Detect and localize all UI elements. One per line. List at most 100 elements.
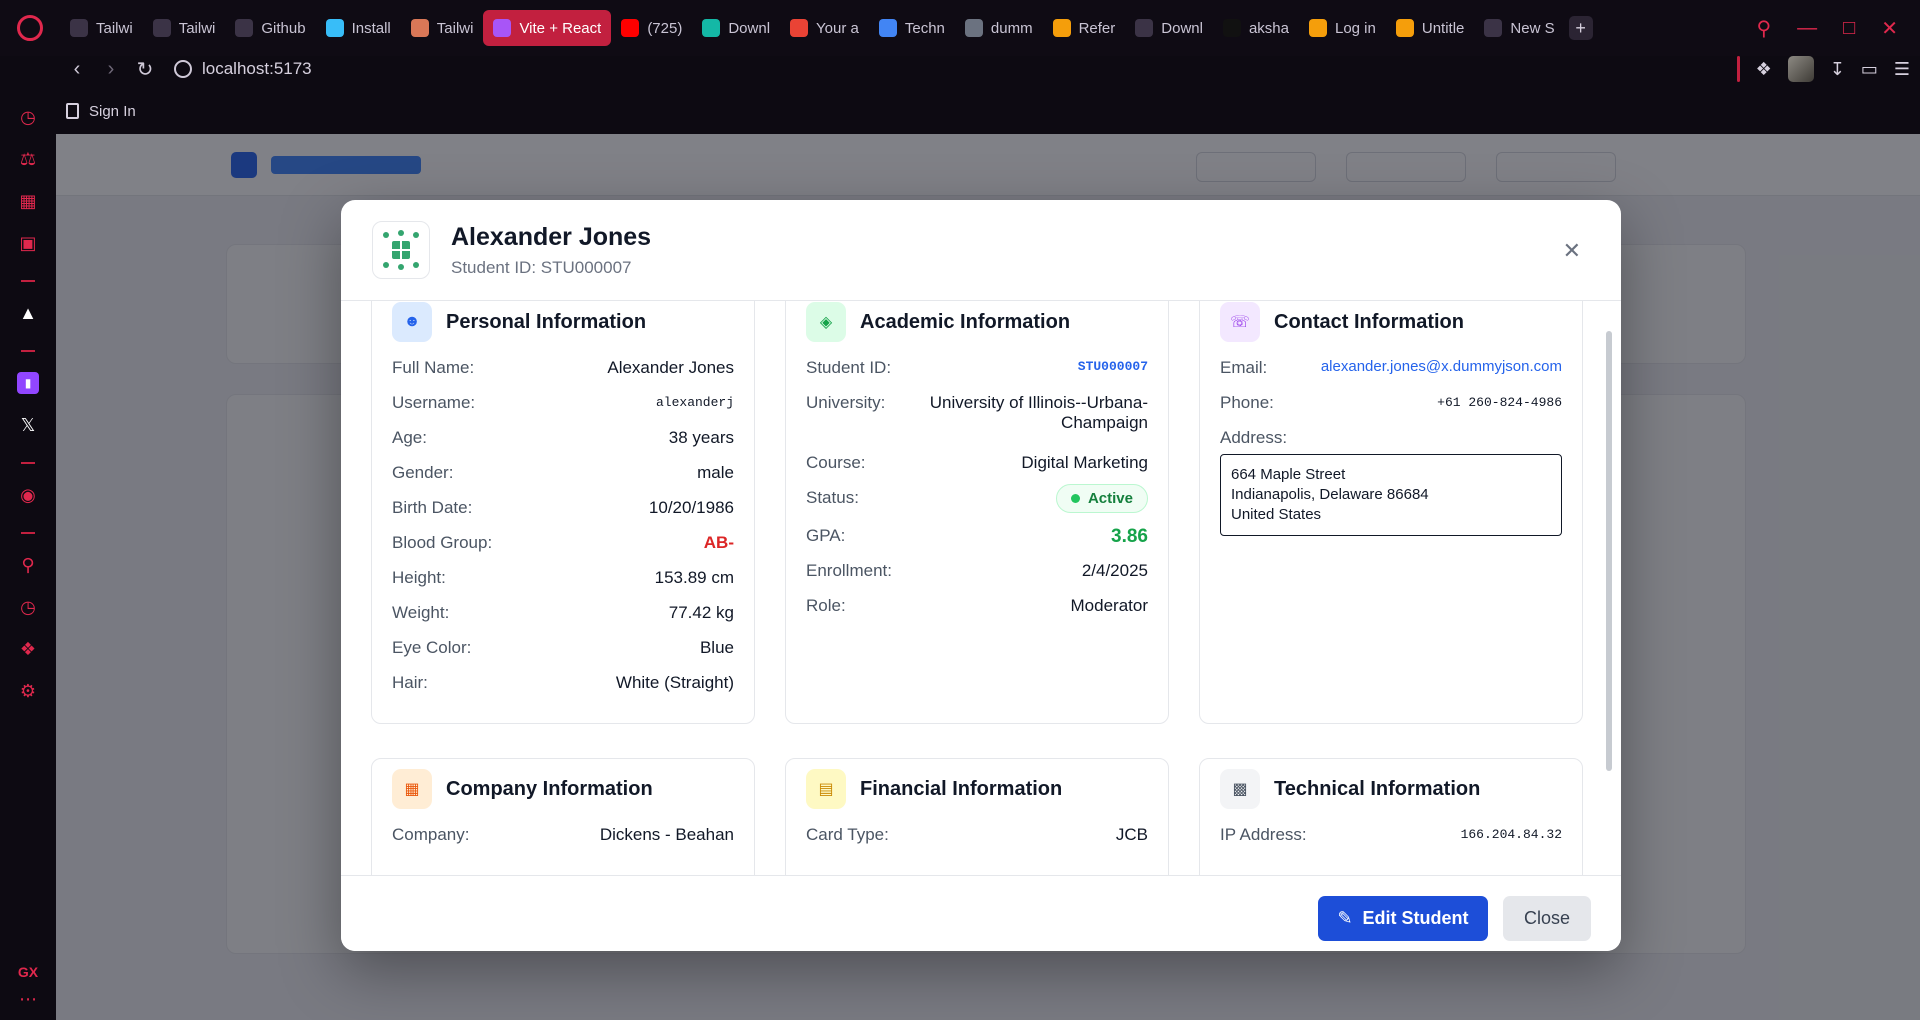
browser-tab[interactable]: dumm [955, 10, 1043, 46]
academic-row: Enrollment: 2/4/2025 [806, 561, 1148, 596]
more-options-icon[interactable]: ⋯ [19, 989, 37, 1010]
gx-label[interactable]: GX [18, 964, 38, 980]
browser-tab[interactable]: Tailwi [401, 10, 484, 46]
browser-tab[interactable]: Log in [1299, 10, 1386, 46]
gamepad-icon [70, 19, 88, 37]
modal-header: Alexander Jones Student ID: STU000007 ✕ [341, 200, 1621, 301]
academic-info-card: ◈ Academic Information Student ID: STU000… [785, 301, 1169, 724]
financial-info-title: ▤ Financial Information [806, 769, 1062, 809]
personal-info-title: ☻ Personal Information [392, 302, 646, 342]
user-icon: ☻ [392, 302, 432, 342]
close-button[interactable]: Close [1503, 896, 1591, 941]
opera-logo-icon[interactable] [0, 0, 60, 56]
browser-tab[interactable]: Vite + React [483, 10, 612, 46]
field-value: 10/20/1986 [648, 498, 734, 517]
ug-icon [1395, 19, 1414, 37]
phone-icon: ☏ [1220, 302, 1260, 342]
scrollbar-thumb[interactable] [1606, 331, 1612, 771]
browser-tab[interactable]: Github [225, 10, 315, 46]
edit-student-button[interactable]: ✎ Edit Student [1318, 896, 1488, 941]
tab-label: Untitle [1421, 19, 1465, 37]
maximize-button[interactable]: □ [1843, 17, 1855, 40]
profile-avatar[interactable] [1787, 56, 1814, 82]
search-icon[interactable]: ⚲ [1756, 16, 1771, 41]
academic-row: Status: Active [806, 484, 1148, 526]
browser-tab[interactable]: Tailwi [60, 10, 143, 46]
field-value: Digital Marketing [1021, 453, 1148, 472]
player-icon[interactable]: ◉ [17, 484, 39, 506]
academic-info-title: ◈ Academic Information [806, 302, 1070, 342]
personal-row: Hair: White (Straight) [392, 673, 734, 708]
extensions-icon[interactable]: ❖ [17, 638, 39, 660]
field-label: Status: [806, 488, 859, 507]
academic-row: University: University of Illinois--Urban… [806, 393, 1148, 453]
gx-corner-icon[interactable]: ▣ [17, 232, 39, 254]
tab-label: Log in [1334, 19, 1376, 37]
personal-row: Age: 38 years [392, 428, 734, 463]
browser-tab[interactable]: Refer [1043, 10, 1126, 46]
speed-dial-icon[interactable]: ◷ [17, 106, 39, 128]
academic-row: Role: Moderator [806, 596, 1148, 631]
technical-info-card: ▩ Technical Information IP Address: 166.2… [1199, 758, 1583, 875]
close-icon[interactable]: ✕ [1563, 238, 1581, 264]
settings-gear-icon[interactable]: ⚙ [17, 680, 39, 702]
reload-button[interactable]: ↻ [128, 57, 162, 82]
field-value: AB- [703, 533, 734, 552]
browser-tab[interactable]: Tailwi [143, 10, 226, 46]
x-twitter-icon[interactable]: 𝕏 [17, 414, 39, 436]
docs-icon [878, 19, 897, 37]
contact-info-title: ☏ Contact Information [1220, 302, 1464, 342]
field-value: 3.86 [1111, 526, 1148, 547]
personal-row: Full Name: Alexander Jones [392, 358, 734, 393]
minimize-button[interactable]: — [1797, 17, 1817, 40]
personal-info-rows: Full Name: Alexander Jones Username: alexan… [392, 358, 734, 708]
browser-tab[interactable]: Untitle [1386, 10, 1475, 46]
building-icon: ▦ [392, 769, 432, 809]
pin-icon[interactable]: ⚲ [17, 554, 39, 576]
field-value: University of Illinois--Urbana-Champaign [929, 393, 1148, 432]
download-icon[interactable]: ↧ [1830, 59, 1845, 80]
browser-tab[interactable]: Downl [692, 10, 780, 46]
notion-icon [235, 19, 254, 37]
new-tab-button[interactable]: + [1568, 16, 1593, 40]
gx-cleaner-icon[interactable]: ▦ [17, 190, 39, 212]
url-field[interactable]: localhost:5173 [174, 59, 312, 79]
field-label: GPA: [806, 526, 846, 545]
url-text[interactable]: localhost:5173 [202, 59, 312, 79]
modal-body: ☻ Personal Information Full Name: Alexand… [341, 301, 1621, 875]
bookmarks-bar: Sign In [60, 97, 136, 125]
identicon-icon [381, 230, 421, 270]
browser-tab[interactable]: Your a [780, 10, 869, 46]
field-label: University: [806, 393, 886, 412]
tab-label: (725) [647, 19, 683, 37]
field-label: Full Name: [392, 358, 475, 377]
forward-button[interactable]: › [94, 58, 128, 81]
aria-icon[interactable]: ▲ [17, 302, 39, 324]
browser-tab[interactable]: Downl [1125, 10, 1213, 46]
easy-setup-icon[interactable]: ☰ [1894, 59, 1910, 80]
back-button[interactable]: ‹ [60, 58, 94, 81]
browser-tab[interactable]: Install [316, 10, 401, 46]
gx-control-icon[interactable]: ⚖ [17, 148, 39, 170]
twitch-icon[interactable]: ▮ [17, 372, 39, 394]
history-icon[interactable]: ◷ [17, 596, 39, 618]
browser-tab[interactable]: New S [1474, 10, 1564, 46]
close-window-button[interactable]: ✕ [1881, 16, 1898, 41]
browser-tab[interactable]: (725) [611, 10, 692, 46]
tab-label: aksha [1248, 19, 1289, 37]
battery-icon[interactable]: ▭ [1861, 59, 1878, 80]
tab-label: dumm [990, 19, 1033, 37]
field-value: 38 years [668, 428, 734, 447]
tab-label: Your a [816, 19, 859, 37]
download-icon [1135, 19, 1154, 37]
sidebar-divider [21, 462, 35, 464]
email-link[interactable]: alexander.jones@x.dummyjson.com [1321, 358, 1562, 375]
browser-tab[interactable]: aksha [1213, 10, 1299, 46]
cpu-chip-icon: ▩ [1220, 769, 1260, 809]
bug-icon [702, 19, 721, 37]
modal-scrollbar[interactable] [1605, 331, 1613, 771]
extensions-icon[interactable]: ❖ [1756, 59, 1772, 80]
bookmark-sign-in[interactable]: Sign In [89, 103, 136, 120]
personal-row: Height: 153.89 cm [392, 568, 734, 603]
browser-tab[interactable]: Techn [869, 10, 955, 46]
